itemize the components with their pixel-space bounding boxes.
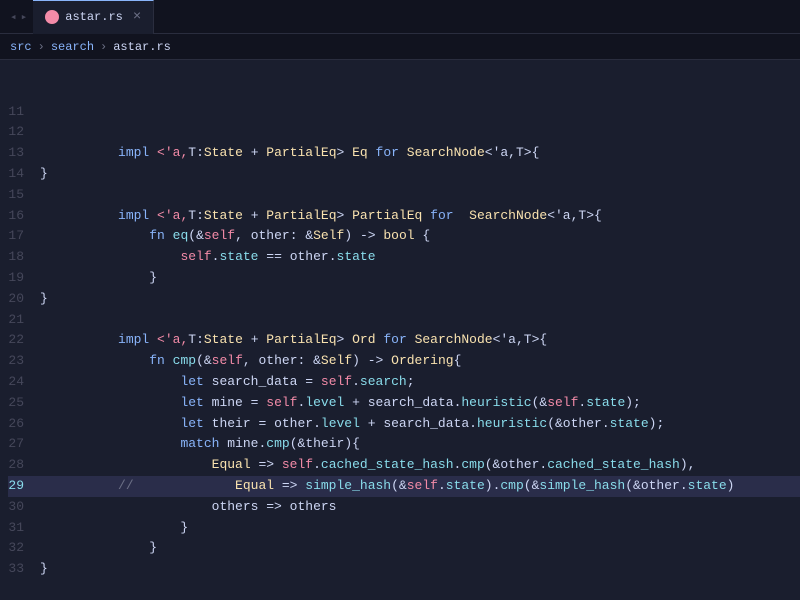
line-num-15: 15	[8, 185, 40, 206]
code-area: 11 12 13 impl <'a,T:State + PartialEq> E…	[8, 102, 800, 580]
line-num-25: 25	[8, 393, 40, 414]
line-num-32: 32	[8, 538, 40, 559]
line-14: 14 }	[8, 164, 800, 185]
editor-area: 11 12 13 impl <'a,T:State + PartialEq> E…	[0, 60, 800, 600]
breadcrumb-astar: astar.rs	[113, 40, 171, 54]
line-19: 19 }	[8, 268, 800, 289]
breadcrumb-sep1: ›	[38, 40, 45, 54]
line-13: 13 impl <'a,T:State + PartialEq> Eq for …	[8, 143, 800, 164]
line-num-28: 28	[8, 455, 40, 476]
line-num-33: 33	[8, 559, 40, 580]
file-tab[interactable]: astar.rs ×	[33, 0, 154, 34]
line-num-12: 12	[8, 122, 40, 143]
code-line-33: }	[40, 559, 800, 580]
line-num-11: 11	[8, 102, 40, 123]
breadcrumb-sep2: ›	[100, 40, 107, 54]
line-20: 20 }	[8, 289, 800, 310]
rust-file-icon	[45, 10, 59, 24]
line-num-13: 13	[8, 143, 40, 164]
line-num-17: 17	[8, 226, 40, 247]
nav-back-icon[interactable]: ◂	[10, 10, 17, 24]
line-num-16: 16	[8, 206, 40, 227]
nav-forward-icon[interactable]: ▸	[21, 10, 28, 24]
line-33: 33 }	[8, 559, 800, 580]
breadcrumb-search[interactable]: search	[51, 40, 94, 54]
code-content[interactable]: 11 12 13 impl <'a,T:State + PartialEq> E…	[0, 60, 800, 600]
line-num-26: 26	[8, 414, 40, 435]
line-num-18: 18	[8, 247, 40, 268]
tab-bar: ◂ ▸ astar.rs ×	[0, 0, 800, 34]
code-line-14: }	[40, 164, 800, 185]
tab-close-button[interactable]: ×	[133, 9, 141, 25]
tab-label: astar.rs	[65, 10, 123, 24]
breadcrumb-src[interactable]: src	[10, 40, 32, 54]
line-num-31: 31	[8, 518, 40, 539]
line-num-14: 14	[8, 164, 40, 185]
breadcrumb-bar: src › search › astar.rs	[0, 34, 800, 60]
line-32: 32 }	[8, 538, 800, 559]
line-num-23: 23	[8, 351, 40, 372]
line-num-21: 21	[8, 310, 40, 331]
line-num-20: 20	[8, 289, 40, 310]
line-num-27: 27	[8, 434, 40, 455]
line-num-19: 19	[8, 268, 40, 289]
line-num-22: 22	[8, 330, 40, 351]
line-num-30: 30	[8, 497, 40, 518]
line-num-24: 24	[8, 372, 40, 393]
code-line-20: }	[40, 289, 800, 310]
line-11: 11	[8, 102, 800, 123]
line-num-29: 29	[8, 476, 40, 497]
